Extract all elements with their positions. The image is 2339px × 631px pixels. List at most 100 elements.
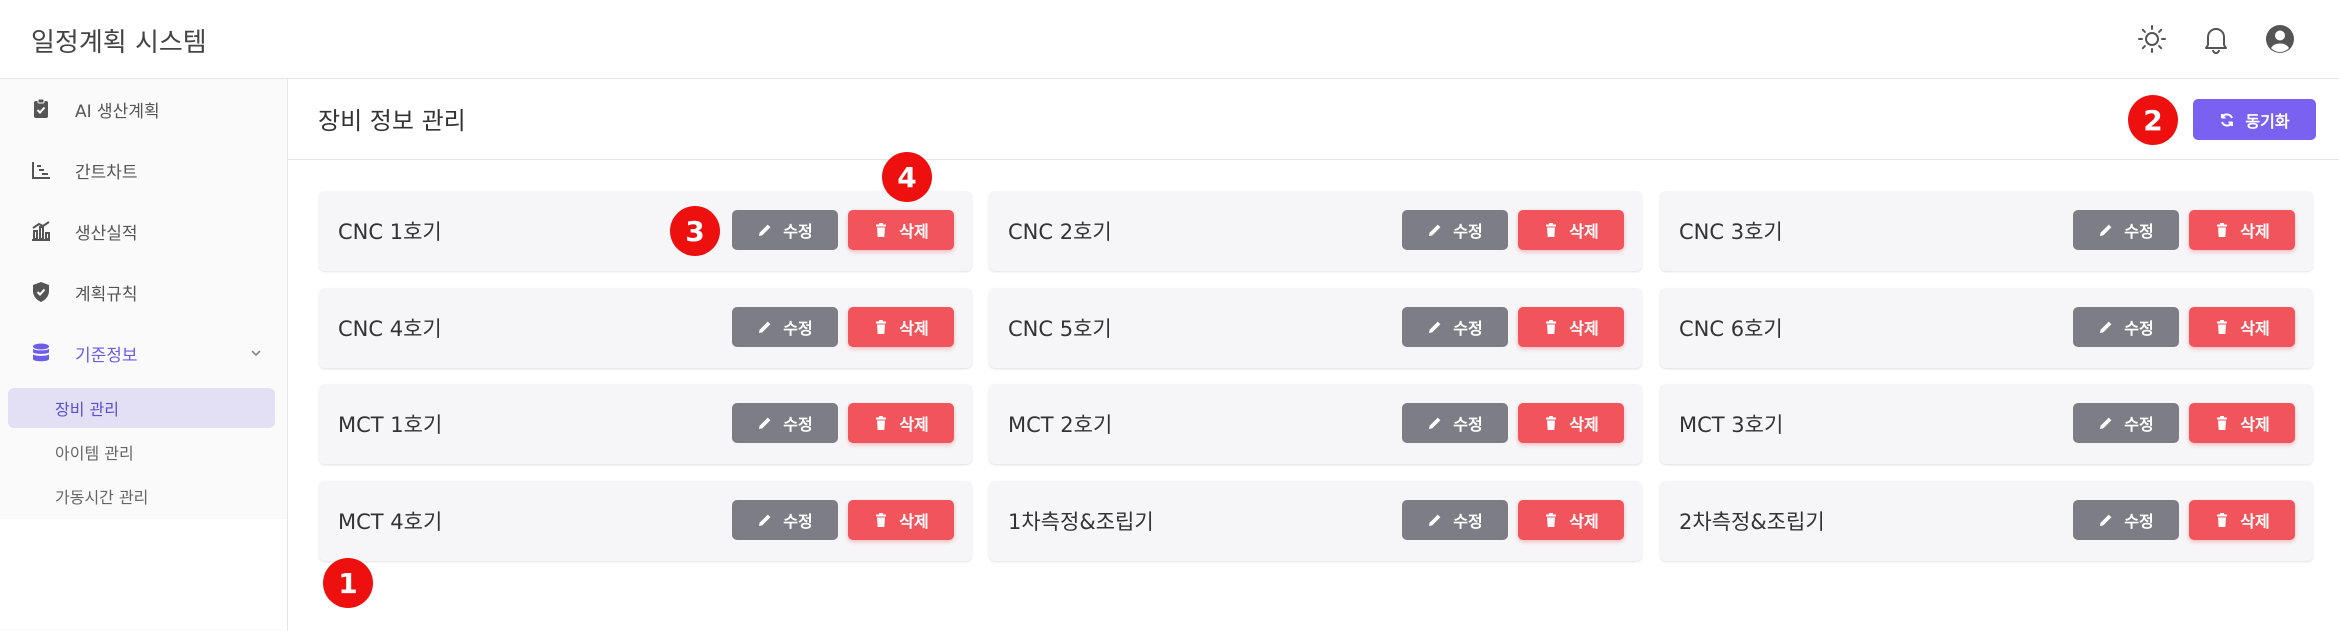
equipment-name: CNC 3호기 — [1679, 220, 1783, 244]
delete-button[interactable]: 삭제 — [2189, 307, 2295, 347]
delete-button-label: 삭제 — [2240, 512, 2270, 531]
annotation-marker-2: 2 — [2128, 95, 2178, 145]
delete-button-label: 삭제 — [1569, 512, 1599, 531]
equipment-card: CNC 3호기 수정 삭제 — [1660, 191, 2313, 271]
edit-button-label: 수정 — [783, 415, 813, 434]
equipment-name: CNC 6호기 — [1679, 317, 1783, 341]
delete-button[interactable]: 삭제 — [1518, 403, 1624, 443]
delete-button-label: 삭제 — [1569, 222, 1599, 241]
delete-button[interactable]: 삭제 — [2189, 210, 2295, 250]
edit-button[interactable]: 수정 — [2073, 210, 2179, 250]
delete-button[interactable]: 삭제 — [1518, 500, 1624, 540]
annotation-marker-4: 4 — [882, 152, 932, 202]
equipment-name: MCT 3호기 — [1679, 413, 1784, 437]
database-icon — [30, 342, 52, 364]
equipment-name: CNC 5호기 — [1008, 317, 1112, 341]
edit-button-label: 수정 — [783, 512, 813, 531]
edit-button[interactable]: 수정 — [1402, 307, 1508, 347]
delete-button[interactable]: 삭제 — [848, 210, 954, 250]
sidebar-item-ai-plan[interactable]: AI 생산계획 — [0, 79, 287, 139]
chart-icon — [30, 159, 52, 181]
app-title: 일정계획 시스템 — [31, 28, 207, 58]
delete-button[interactable]: 삭제 — [848, 403, 954, 443]
edit-button-label: 수정 — [2124, 222, 2154, 241]
trash-icon — [2217, 223, 2228, 237]
page-title: 장비 정보 관리 — [318, 107, 466, 135]
trash-icon — [876, 320, 887, 334]
delete-button-label: 삭제 — [1569, 415, 1599, 434]
sidebar-item-gantt[interactable]: 간트차트 — [0, 140, 287, 200]
edit-button[interactable]: 수정 — [732, 500, 838, 540]
top-bar: 일정계획 시스템 — [0, 0, 2339, 79]
delete-button-label: 삭제 — [899, 415, 929, 434]
delete-button-label: 삭제 — [899, 222, 929, 241]
bell-icon[interactable] — [2197, 20, 2235, 58]
equipment-name: CNC 2호기 — [1008, 220, 1112, 244]
content-header: 장비 정보 관리 동기화 — [288, 79, 2339, 160]
sidebar-item-label: 기준정보 — [75, 345, 138, 366]
edit-button[interactable]: 수정 — [2073, 500, 2179, 540]
edit-button[interactable]: 수정 — [2073, 403, 2179, 443]
bar-chart-icon — [30, 220, 52, 242]
trash-icon — [2217, 416, 2228, 430]
delete-button[interactable]: 삭제 — [2189, 403, 2295, 443]
pencil-icon — [759, 417, 771, 429]
equipment-card: CNC 6호기 수정 삭제 — [1660, 288, 2313, 368]
trash-icon — [1546, 513, 1557, 527]
equipment-name: MCT 4호기 — [338, 510, 443, 534]
pencil-icon — [2100, 321, 2112, 333]
sync-button[interactable]: 동기화 — [2193, 99, 2316, 140]
sync-button-label: 동기화 — [2245, 111, 2290, 131]
sidebar-sub-item-items[interactable]: 아이템 관리 — [8, 432, 275, 472]
equipment-card: 1차측정&조립기 수정 삭제 — [989, 481, 1642, 561]
equipment-name: CNC 4호기 — [338, 317, 442, 341]
pencil-icon — [2100, 417, 2112, 429]
sidebar-sub-item-uptime[interactable]: 가동시간 관리 — [8, 476, 275, 516]
edit-button[interactable]: 수정 — [1402, 403, 1508, 443]
delete-button-label: 삭제 — [899, 512, 929, 531]
edit-button[interactable]: 수정 — [2073, 307, 2179, 347]
sidebar-empty-area — [0, 519, 287, 630]
delete-button[interactable]: 삭제 — [2189, 500, 2295, 540]
delete-button[interactable]: 삭제 — [848, 307, 954, 347]
edit-button-label: 수정 — [1453, 222, 1483, 241]
equipment-card: CNC 4호기 수정 삭제 — [319, 288, 972, 368]
annotation-marker-1: 1 — [323, 558, 373, 608]
sun-icon[interactable] — [2133, 20, 2171, 58]
equipment-card: MCT 4호기 수정 삭제 — [319, 481, 972, 561]
sidebar-item-production-result[interactable]: 생산실적 — [0, 201, 287, 261]
edit-button[interactable]: 수정 — [732, 403, 838, 443]
equipment-name: 1차측정&조립기 — [1008, 510, 1154, 534]
delete-button-label: 삭제 — [1569, 319, 1599, 338]
edit-button[interactable]: 수정 — [732, 307, 838, 347]
edit-button-label: 수정 — [2124, 319, 2154, 338]
equipment-name: CNC 1호기 — [338, 220, 442, 244]
delete-button[interactable]: 삭제 — [848, 500, 954, 540]
clipboard-icon — [30, 98, 52, 120]
equipment-card: CNC 2호기 수정 삭제 — [989, 191, 1642, 271]
edit-button-label: 수정 — [783, 319, 813, 338]
equipment-name: MCT 2호기 — [1008, 413, 1113, 437]
sidebar-item-label: 계획규칙 — [75, 284, 138, 305]
pencil-icon — [2100, 224, 2112, 236]
edit-button[interactable]: 수정 — [1402, 210, 1508, 250]
pencil-icon — [759, 224, 771, 236]
edit-button[interactable]: 수정 — [732, 210, 838, 250]
edit-button-label: 수정 — [1453, 415, 1483, 434]
pencil-icon — [1429, 514, 1441, 526]
sidebar-item-label: 간트차트 — [75, 162, 138, 183]
equipment-name: MCT 1호기 — [338, 413, 443, 437]
edit-button-label: 수정 — [2124, 512, 2154, 531]
sidebar-sub-item-equipment[interactable]: 장비 관리 — [8, 388, 275, 428]
delete-button[interactable]: 삭제 — [1518, 307, 1624, 347]
delete-button-label: 삭제 — [2240, 222, 2270, 241]
sync-icon — [2221, 112, 2234, 127]
delete-button[interactable]: 삭제 — [1518, 210, 1624, 250]
equipment-card: MCT 2호기 수정 삭제 — [989, 384, 1642, 464]
delete-button-label: 삭제 — [2240, 415, 2270, 434]
equipment-card: MCT 3호기 수정 삭제 — [1660, 384, 2313, 464]
user-avatar-icon[interactable] — [2261, 20, 2299, 58]
sidebar-item-plan-rules[interactable]: 계획규칙 — [0, 262, 287, 322]
sidebar-item-master-data[interactable]: 기준정보 — [0, 323, 287, 383]
edit-button[interactable]: 수정 — [1402, 500, 1508, 540]
